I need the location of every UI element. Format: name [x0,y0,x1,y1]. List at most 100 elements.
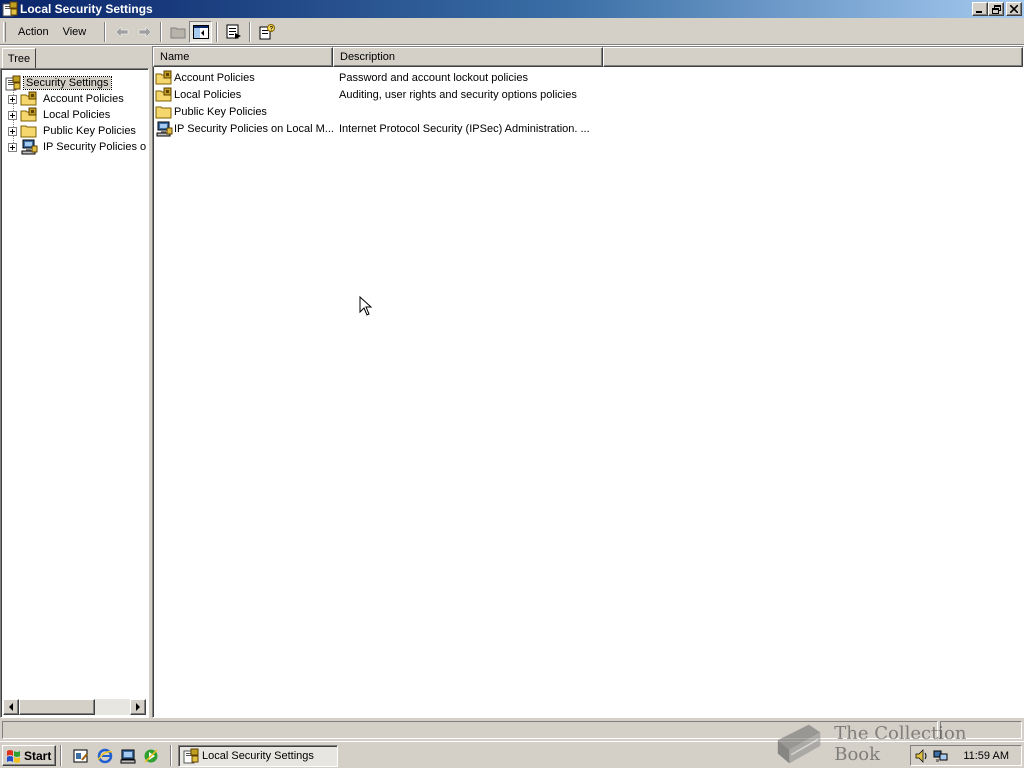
taskbar-button-local-security-settings[interactable]: Local Security Settings [178,745,338,767]
list-item-description: Auditing, user rights and security optio… [339,88,577,101]
ip-security-icon [21,139,38,155]
menu-action[interactable]: Action [12,24,55,40]
restore-button[interactable] [988,2,1004,16]
expand-icon[interactable] [8,94,17,104]
locked-folder-icon [155,87,172,101]
tree-node-public-key-policies[interactable]: Public Key Policies [8,123,138,139]
arrow-right-icon [136,703,140,711]
internet-explorer-icon [97,748,113,764]
up-folder-icon [170,27,186,38]
column-headers: Name Description [153,47,1023,67]
scroll-right-button[interactable] [130,699,146,715]
help-icon: ? [259,23,275,39]
media-player-icon [144,749,158,763]
expand-icon[interactable] [8,126,17,136]
watermark: The Collection Book [772,720,1012,768]
tree-node-label: Security Settings [23,76,112,90]
list-item-name: Public Key Policies [174,105,267,118]
folder-icon [155,106,172,118]
locked-folder-icon [20,107,37,122]
tab-strip: Tree [0,46,149,68]
show-desktop-icon [73,749,88,763]
arrow-left-icon [9,703,13,711]
quicklaunch-media[interactable] [142,747,160,765]
tree-node-local-policies[interactable]: Local Policies [8,107,112,123]
window-title: Local Security Settings [20,2,153,16]
taskbar-separator [60,745,62,766]
toolbar-separator [249,21,252,42]
console-tree-icon [192,24,209,39]
quicklaunch-desktop[interactable] [72,747,90,765]
toolbar-grip[interactable] [3,21,6,42]
svg-text:?: ? [269,26,273,32]
explorer-icon [120,749,136,764]
help-button[interactable]: ? [255,21,278,43]
security-settings-icon [183,748,199,764]
column-header-name[interactable]: Name [153,47,333,67]
taskbar-button-label: Local Security Settings [202,750,314,762]
toolbar-separator [216,21,219,42]
column-header-label: Name [160,51,190,63]
export-list-icon [226,24,241,39]
quicklaunch-explorer[interactable] [119,747,137,765]
menu-view-label: View [62,25,87,38]
watermark-text: The Collection Book [834,723,967,765]
column-header-description[interactable]: Description [333,47,603,67]
tree-horizontal-scrollbar[interactable] [3,699,146,715]
scroll-thumb[interactable] [19,699,95,715]
list-item-name: IP Security Policies on Local M... [174,122,334,135]
list-item-account-policies[interactable]: Account Policies Password and account lo… [155,69,528,86]
back-arrow-icon [115,25,128,38]
console-tree[interactable]: Security Settings Account Policies Local… [0,68,149,718]
column-header-empty [603,47,1023,67]
list-item-name: Account Policies [174,71,255,84]
back-button[interactable] [110,21,133,43]
title-bar[interactable]: Local Security Settings [0,0,1024,18]
restore-icon [991,4,1001,14]
expand-icon[interactable] [8,142,17,152]
list-item-description: Internet Protocol Security (IPSec) Admin… [339,122,590,135]
close-button[interactable] [1006,2,1022,16]
list-item-local-policies[interactable]: Local Policies Auditing, user rights and… [155,86,577,103]
tree-node-account-policies[interactable]: Account Policies [8,91,126,107]
taskbar-separator [170,745,172,766]
locked-folder-icon [20,91,37,106]
tree-node-ip-security-policies[interactable]: IP Security Policies on Local Machine [8,139,146,155]
start-button[interactable]: Start [2,745,56,766]
locked-folder-icon [155,70,172,84]
folder-icon [20,125,37,138]
ip-security-icon [156,121,173,136]
tree-view: Security Settings Account Policies Local… [3,71,146,699]
list-item-name: Local Policies [174,88,242,101]
toolbar-separator [160,21,163,42]
quicklaunch-ie[interactable] [96,747,114,765]
mouse-cursor-icon [359,296,373,316]
forward-button[interactable] [133,21,156,43]
menu-action-label: Action [18,25,49,38]
list-item-ip-security-policies[interactable]: IP Security Policies on Local M... Inter… [155,120,590,137]
toolbar-separator [104,21,107,42]
tree-node-label: Local Policies [43,109,111,121]
minimize-button[interactable] [972,2,988,16]
tab-tree-label: Tree [7,52,31,65]
expand-icon[interactable] [8,110,17,120]
security-settings-icon [2,1,18,17]
column-header-label: Description [340,51,396,63]
result-pane[interactable]: Name Description Account Policies Passwo… [152,46,1024,718]
tree-node-label: Public Key Policies [43,125,136,137]
list-item-public-key-policies[interactable]: Public Key Policies [155,103,335,120]
scroll-left-button[interactable] [3,699,19,715]
tree-node-security-settings[interactable]: Security Settings [5,75,112,91]
tree-node-label: IP Security Policies on Local Machine [43,141,146,153]
windows-logo-icon [7,749,20,763]
show-hide-tree-button[interactable] [189,20,213,43]
menu-view[interactable]: View [57,24,93,40]
security-settings-icon [5,75,21,91]
tab-tree[interactable]: Tree [2,48,36,68]
forward-arrow-icon [138,25,152,38]
close-icon [1010,5,1018,13]
menu-toolbar: Action View ? [0,19,1024,45]
scope-pane: Tree Security Settings Account Policies … [0,46,149,718]
export-list-button[interactable] [222,21,245,43]
up-one-level-button[interactable] [166,21,189,43]
